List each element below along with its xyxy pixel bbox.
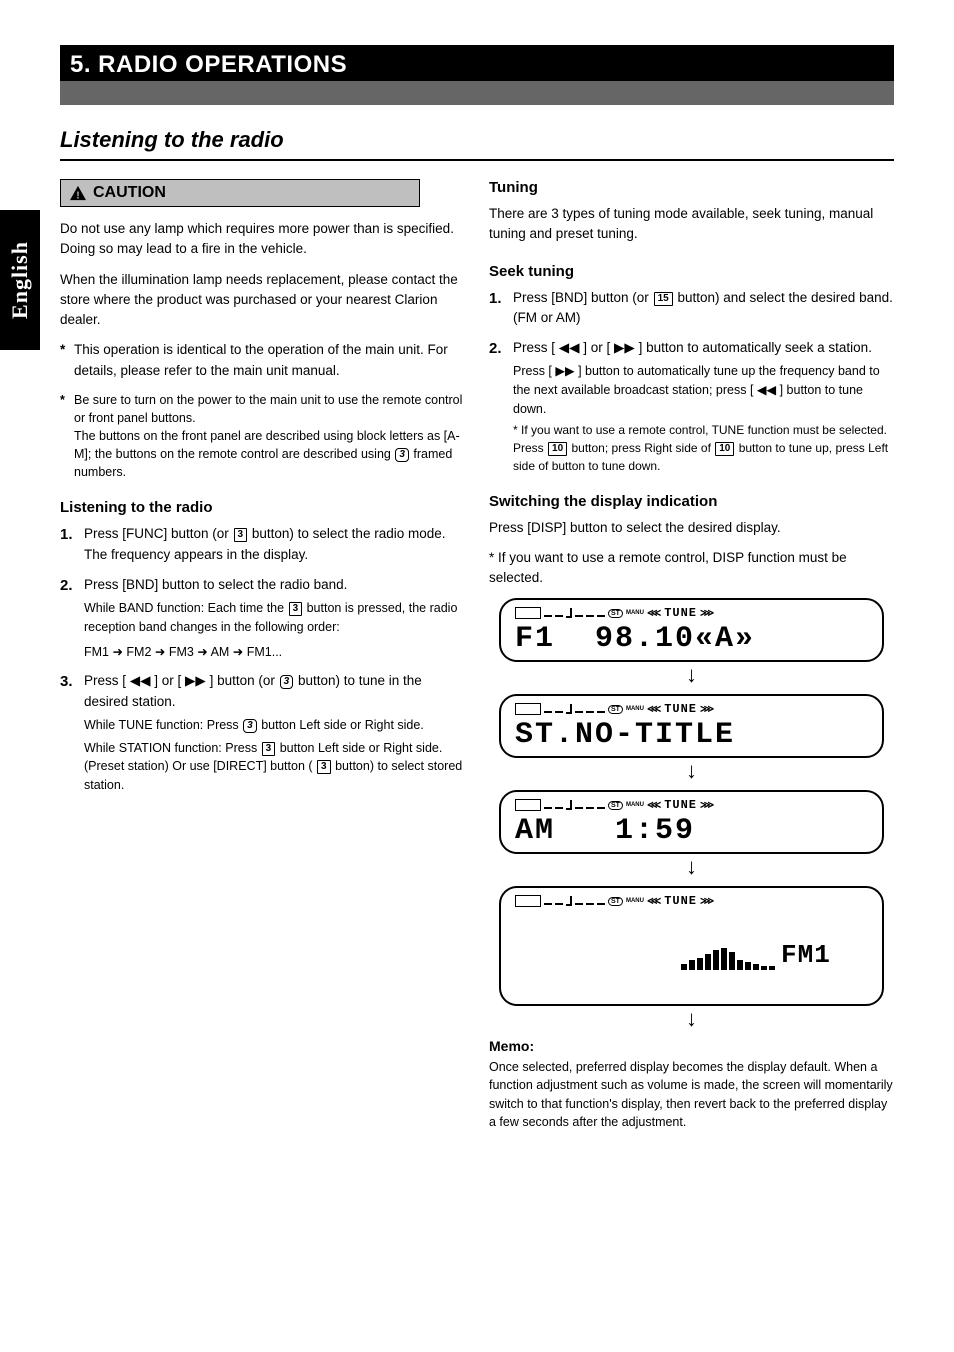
down-arrow-icon: ↓ xyxy=(489,854,894,880)
key-3: 3 xyxy=(317,760,331,774)
memo-block: Memo: Once selected, preferred display b… xyxy=(489,1038,894,1131)
seek-right-icon: ▶▶ xyxy=(555,364,574,378)
key-3-italic: 3 xyxy=(243,719,257,733)
memo-title: Memo: xyxy=(489,1038,894,1054)
down-arrow-icon: ↓ xyxy=(489,662,894,688)
tuning-intro: There are 3 types of tuning mode availab… xyxy=(489,204,894,245)
lcd-text-clock: AM 1:59 xyxy=(515,814,868,848)
seek-left-icon: ◀◀ xyxy=(757,383,776,397)
right-column: Tuning There are 3 types of tuning mode … xyxy=(489,179,894,1131)
note-identical-operation: This operation is identical to the opera… xyxy=(60,340,465,381)
section-title: Listening to the radio xyxy=(60,127,894,153)
seek-left-icon: ◀◀ xyxy=(130,673,151,688)
seek-right-icon: ▶▶ xyxy=(185,673,206,688)
language-tab: English xyxy=(0,210,40,350)
tuning-heading: Tuning xyxy=(489,179,894,196)
language-label: English xyxy=(7,241,33,319)
seek-right-icon: ▶▶ xyxy=(614,340,635,355)
lcd-text-freq: F1 98.10«A» xyxy=(515,622,868,656)
caution-text: Do not use any lamp which requires more … xyxy=(60,219,465,260)
key-15: 15 xyxy=(654,292,673,306)
key-10: 10 xyxy=(715,442,734,456)
caution-label: CAUTION xyxy=(93,184,166,202)
key-3: 3 xyxy=(289,602,303,616)
seek-left-icon: ◀◀ xyxy=(559,340,580,355)
caution-box: ! CAUTION xyxy=(60,179,420,207)
lcd-display-frequency: STMANU ⋘ TUNE ⋙ F1 98.10«A» xyxy=(499,598,884,662)
step-1: 1. Press [FUNC] button (or 3 button) to … xyxy=(60,524,465,565)
memo-text: Once selected, preferred display becomes… xyxy=(489,1058,894,1131)
lcd-display-eq: STMANU ⋘ TUNE ⋙ xyxy=(499,886,884,1006)
note-power-text: Be sure to turn on the power to the main… xyxy=(74,393,462,425)
key-3: 3 xyxy=(262,742,276,756)
seek-tuning-heading: Seek tuning xyxy=(489,263,894,280)
lcd-display-title: STMANU ⋘ TUNE ⋙ ST.NO-TITLE xyxy=(499,694,884,758)
lamp-replacement-text: When the illumination lamp needs replace… xyxy=(60,270,465,331)
subheader-bar xyxy=(60,81,894,105)
equalizer-icon xyxy=(681,948,775,970)
switching-display-text: Press [DISP] button to select the desire… xyxy=(489,518,894,538)
key-3: 3 xyxy=(234,528,248,542)
page-title: 5. RADIO OPERATIONS xyxy=(70,51,884,79)
note-power-and-buttons: Be sure to turn on the power to the main… xyxy=(60,391,465,482)
lcd-text-title: ST.NO-TITLE xyxy=(515,718,868,752)
band-sequence: FM1 ➜ FM2 ➜ FM3 ➜ AM ➜ FM1... xyxy=(84,643,465,662)
down-arrow-icon: ↓ xyxy=(489,1006,894,1032)
listening-steps: 1. Press [FUNC] button (or 3 button) to … xyxy=(60,524,465,795)
step-3: 3. Press [ ◀◀ ] or [ ▶▶ ] button (or 3 b… xyxy=(60,671,465,795)
key-10: 10 xyxy=(548,442,567,456)
warning-icon: ! xyxy=(69,185,87,201)
left-column: ! CAUTION Do not use any lamp which requ… xyxy=(60,179,465,1131)
step-2: 2. Press [BND] button to select the radi… xyxy=(60,575,465,662)
key-3-italic: 3 xyxy=(280,675,294,689)
switching-display-note: * If you want to use a remote control, D… xyxy=(489,548,894,589)
switching-display-heading: Switching the display indication xyxy=(489,493,894,510)
framed-number-icon: 3 xyxy=(395,448,409,462)
seek-step-1: 1. Press [BND] button (or 15 button) and… xyxy=(489,288,894,329)
lcd-display-clock: STMANU ⋘ TUNE ⋙ AM 1:59 xyxy=(499,790,884,854)
down-arrow-icon: ↓ xyxy=(489,758,894,784)
listening-heading: Listening to the radio xyxy=(60,499,465,516)
header-bar: 5. RADIO OPERATIONS xyxy=(60,45,894,81)
section-rule xyxy=(60,159,894,161)
lcd-text-eq: FM1 xyxy=(515,910,868,1000)
svg-text:!: ! xyxy=(76,190,79,201)
seek-step-2: 2. Press [ ◀◀ ] or [ ▶▶ ] button to auto… xyxy=(489,338,894,475)
seek-steps: 1. Press [BND] button (or 15 button) and… xyxy=(489,288,894,475)
